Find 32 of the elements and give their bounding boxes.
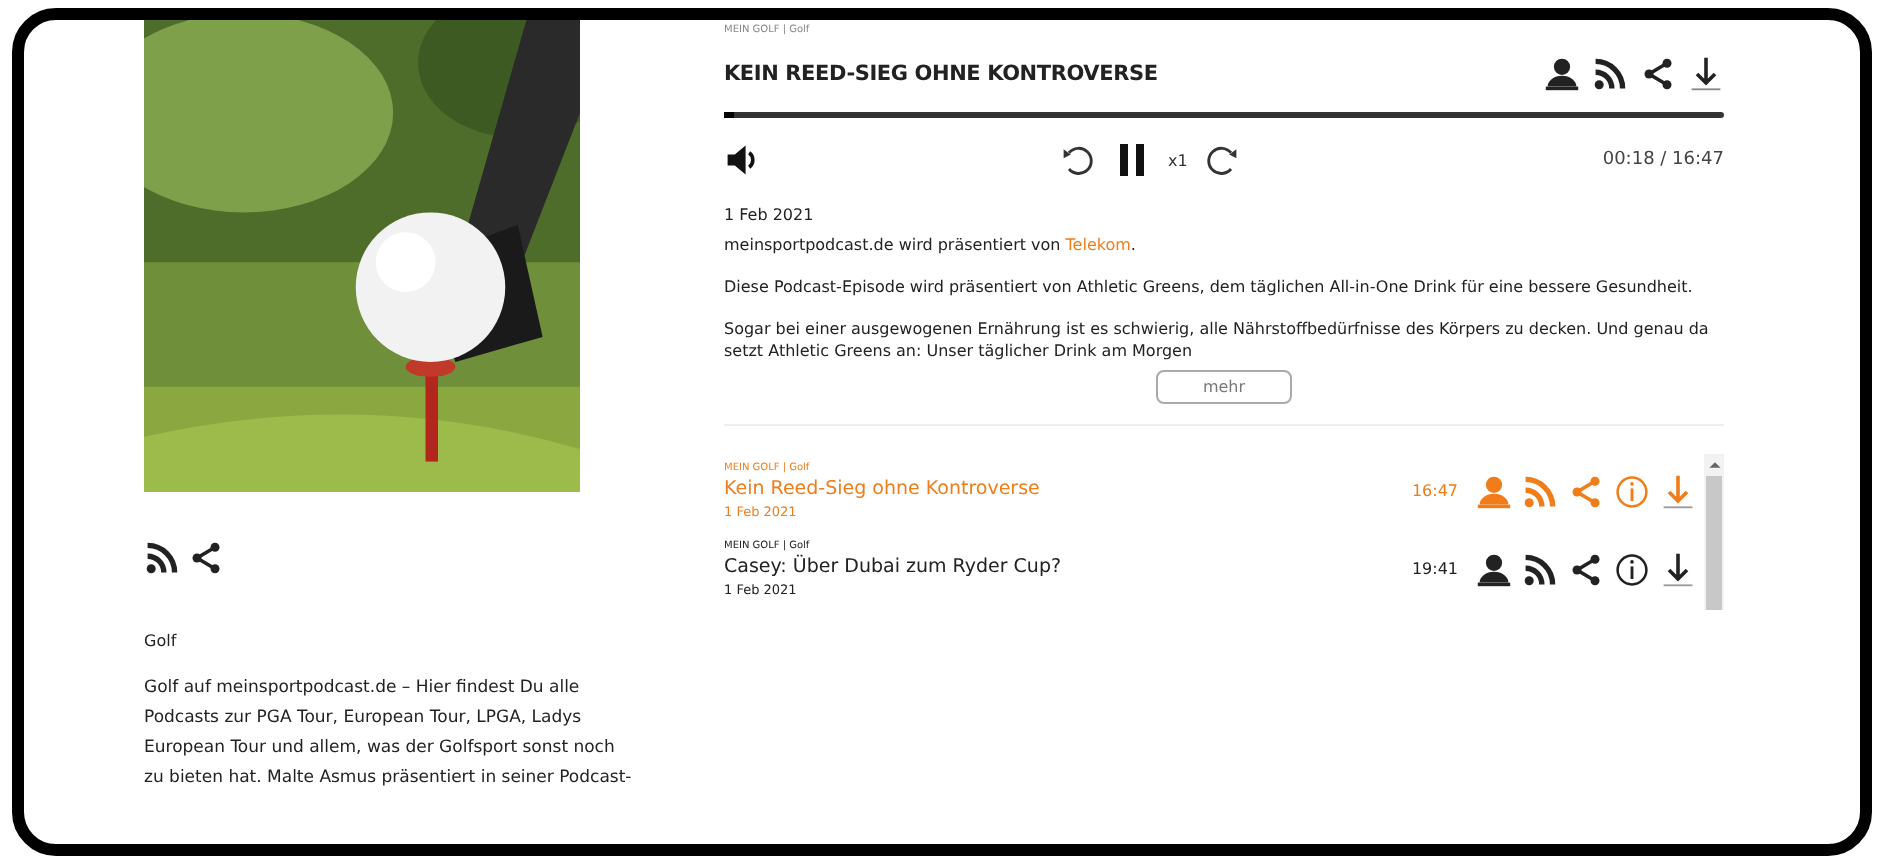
volume-icon[interactable] [724,142,760,178]
description-paragraph: Diese Podcast-Episode wird präsentiert von Athletic Greens, dem täglichen All-in-One Drink für eine bessere Gesundheit. [724,276,1695,298]
progress-track[interactable] [724,112,1724,118]
rss-icon[interactable] [1522,551,1558,587]
download-icon[interactable] [1688,56,1724,92]
rss-icon[interactable] [1592,56,1628,92]
download-icon[interactable] [1660,551,1696,587]
episode-duration: 16:47 [1411,482,1458,500]
rss-icon[interactable] [144,540,180,576]
scrollbar[interactable] [1704,454,1724,610]
podcast-category: Golf [144,632,179,650]
scroll-thumb[interactable] [1706,476,1722,610]
playback-time: 00:18 / 16:47 [1602,150,1724,170]
description-paragraph: Sogar bei einer ausgewogenen Ernährung ist es schwierig, alle Nährstoffbedürfnisse des Körpers zu decken. Und genau da setzt Athletic Greens an: Unser täglicher Drink am Morgen [724,318,1711,362]
episode-date: 1 Feb 2021 [724,206,816,224]
episode-title: Casey: Über Dubai zum Ryder Cup? [724,556,1062,578]
share-icon[interactable] [1568,551,1604,587]
forward-icon[interactable] [1203,142,1240,178]
episode-duration: 19:41 [1411,560,1458,578]
episode-title: KEIN REED-SIEG OHNE KONTROVERSE [724,62,1158,86]
info-icon[interactable] [1614,551,1650,587]
speed-button[interactable]: x1 [1168,151,1188,169]
person-icon[interactable] [1476,551,1512,587]
podcast-description: Golf auf meinsportpodcast.de – Hier findest Du alle Podcasts zur PGA Tour, European Tour, LPGA, Ladys European Tour und allem, was der Golfsport sonst noch zu bieten hat. Malte Asmus präsentiert in seiner Podcast- [144,676,634,792]
share-icon[interactable] [188,540,224,576]
description-paragraph: meinsportpodcast.de wird präsentiert von Telekom. [724,234,1138,256]
rewind-icon[interactable] [1060,142,1096,178]
more-button[interactable]: mehr [1156,370,1292,404]
share-icon[interactable] [1640,56,1676,92]
person-icon[interactable] [1544,56,1580,92]
scroll-up-icon[interactable] [1707,460,1721,470]
episode-title: Kein Reed-Sieg ohne Kontroverse [724,478,1040,500]
